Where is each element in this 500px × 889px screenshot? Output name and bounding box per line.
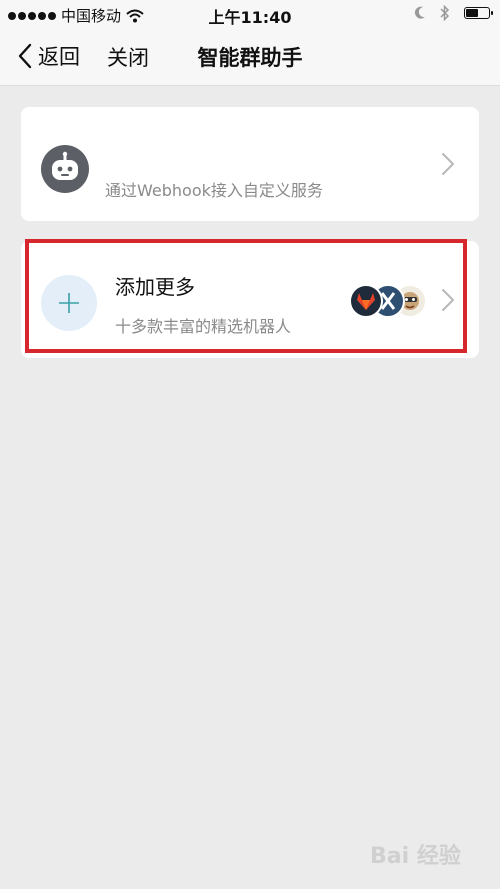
- webhook-robot-card[interactable]: 通过Webhook接入自定义服务: [21, 107, 479, 221]
- robot-icon: [41, 145, 89, 193]
- battery-icon: [464, 7, 493, 19]
- status-right: [414, 5, 493, 21]
- chevron-right-icon: [442, 153, 454, 175]
- gitlab-avatar: [349, 284, 383, 318]
- bluetooth-icon: [440, 5, 450, 21]
- page-title: 智能群助手: [197, 46, 303, 70]
- webhook-subtitle: 通过Webhook接入自定义服务: [105, 181, 323, 200]
- nav-bar: 返回 关闭 智能群助手: [0, 30, 500, 86]
- baidu-watermark: Bai 经验: [370, 844, 461, 869]
- moon-icon: [414, 6, 425, 19]
- robot-avatars: [349, 284, 429, 318]
- status-bar: 中国移动 上午11:40: [0, 0, 500, 30]
